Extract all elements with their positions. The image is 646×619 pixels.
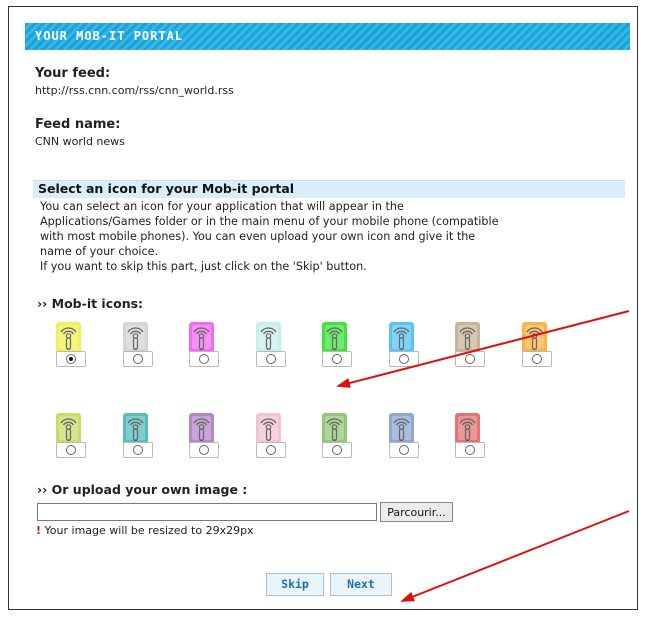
icon-section-header: Select an icon for your Mob-it portal bbox=[33, 180, 625, 198]
icon-radio-frame[interactable] bbox=[455, 351, 485, 367]
icon-option[interactable] bbox=[387, 413, 419, 458]
description-line: with most mobile phones). You can even u… bbox=[40, 230, 476, 243]
icon-radio-frame[interactable] bbox=[322, 351, 352, 367]
radio-button[interactable] bbox=[199, 445, 209, 455]
phone-signal-icon bbox=[255, 413, 281, 445]
phone-signal-icon bbox=[521, 322, 547, 354]
description-line: If you want to skip this part, just clic… bbox=[40, 260, 367, 273]
icon-selection-section: Select an icon for your Mob-it portal Yo… bbox=[33, 180, 625, 283]
icon-option[interactable] bbox=[54, 322, 86, 367]
next-button[interactable]: Next bbox=[330, 573, 392, 596]
radio-button[interactable] bbox=[66, 445, 76, 455]
icon-radio-frame[interactable] bbox=[122, 442, 153, 458]
banner-title: YOUR MOB-IT PORTAL bbox=[35, 29, 184, 43]
icon-radio-frame[interactable] bbox=[455, 442, 485, 458]
upload-heading: ›› Or upload your own image : bbox=[37, 482, 248, 497]
radio-button[interactable] bbox=[265, 354, 276, 364]
phone-signal-icon bbox=[255, 322, 281, 354]
icon-radio-frame[interactable] bbox=[122, 351, 153, 367]
icon-option[interactable] bbox=[320, 322, 352, 367]
browse-button[interactable]: Parcourir... bbox=[380, 502, 453, 522]
feed-name-value: CNN world news bbox=[35, 135, 125, 148]
icon-radio-frame[interactable] bbox=[56, 442, 86, 458]
feed-url: http://rss.cnn.com/rss/cnn_world.rss bbox=[35, 84, 234, 97]
phone-signal-icon bbox=[56, 322, 81, 354]
icon-option[interactable] bbox=[54, 413, 86, 458]
icon-radio-frame[interactable] bbox=[56, 351, 86, 367]
icon-option[interactable] bbox=[121, 413, 153, 458]
icon-radio-frame[interactable] bbox=[322, 442, 352, 458]
radio-button[interactable] bbox=[398, 445, 409, 455]
phone-signal-icon bbox=[388, 322, 414, 354]
icon-option[interactable] bbox=[387, 322, 419, 367]
phone-signal-icon bbox=[322, 322, 347, 354]
radio-button[interactable] bbox=[199, 354, 209, 364]
icon-radio-frame[interactable] bbox=[189, 351, 219, 367]
radio-button[interactable] bbox=[265, 445, 276, 455]
feed-name-label: Feed name: bbox=[35, 117, 121, 132]
description-line: name of your choice. bbox=[40, 245, 159, 258]
radio-button[interactable] bbox=[332, 445, 342, 455]
skip-button[interactable]: Skip bbox=[266, 573, 324, 596]
file-upload-input[interactable] bbox=[37, 503, 377, 521]
description-line: You can select an icon for your applicat… bbox=[40, 200, 404, 213]
phone-signal-icon bbox=[56, 413, 81, 445]
icon-option[interactable] bbox=[187, 413, 219, 458]
icon-option[interactable] bbox=[187, 322, 219, 367]
icon-option[interactable] bbox=[453, 322, 485, 367]
icon-option[interactable] bbox=[254, 322, 286, 367]
icon-option[interactable] bbox=[121, 322, 153, 367]
icon-section-description: You can select an icon for your applicat… bbox=[40, 199, 625, 274]
feed-label: Your feed: bbox=[35, 66, 111, 81]
phone-signal-icon bbox=[322, 413, 347, 445]
portal-banner: YOUR MOB-IT PORTAL bbox=[25, 23, 630, 50]
radio-button[interactable] bbox=[465, 445, 475, 455]
radio-button[interactable] bbox=[132, 354, 143, 364]
icon-radio-frame[interactable] bbox=[388, 442, 419, 458]
radio-button[interactable] bbox=[398, 354, 409, 364]
icon-radio-frame[interactable] bbox=[255, 351, 286, 367]
radio-button[interactable] bbox=[531, 354, 542, 364]
radio-button[interactable] bbox=[465, 354, 475, 364]
resize-hint: ! Your image will be resized to 29x29px bbox=[36, 524, 254, 537]
icon-radio-frame[interactable] bbox=[521, 351, 552, 367]
icon-option[interactable] bbox=[453, 413, 485, 458]
phone-signal-icon bbox=[189, 413, 214, 445]
radio-button[interactable] bbox=[132, 445, 143, 455]
phone-signal-icon bbox=[122, 413, 148, 445]
radio-button[interactable] bbox=[66, 354, 76, 364]
radio-button[interactable] bbox=[332, 354, 342, 364]
icon-option[interactable] bbox=[254, 413, 286, 458]
icon-radio-frame[interactable] bbox=[255, 442, 286, 458]
resize-hint-text: Your image will be resized to 29x29px bbox=[44, 524, 254, 537]
icon-option[interactable] bbox=[320, 413, 352, 458]
warning-icon: ! bbox=[36, 524, 42, 537]
mobit-icons-heading: ›› Mob-it icons: bbox=[37, 296, 144, 311]
phone-signal-icon bbox=[455, 322, 480, 354]
phone-signal-icon bbox=[189, 322, 214, 354]
description-line: Applications/Games folder or in the main… bbox=[40, 215, 499, 228]
icon-option[interactable] bbox=[520, 322, 552, 367]
phone-signal-icon bbox=[455, 413, 480, 445]
icon-section-heading: Select an icon for your Mob-it portal bbox=[38, 181, 295, 196]
icon-radio-frame[interactable] bbox=[388, 351, 419, 367]
phone-signal-icon bbox=[388, 413, 414, 445]
icon-radio-frame[interactable] bbox=[189, 442, 219, 458]
phone-signal-icon bbox=[122, 322, 148, 354]
